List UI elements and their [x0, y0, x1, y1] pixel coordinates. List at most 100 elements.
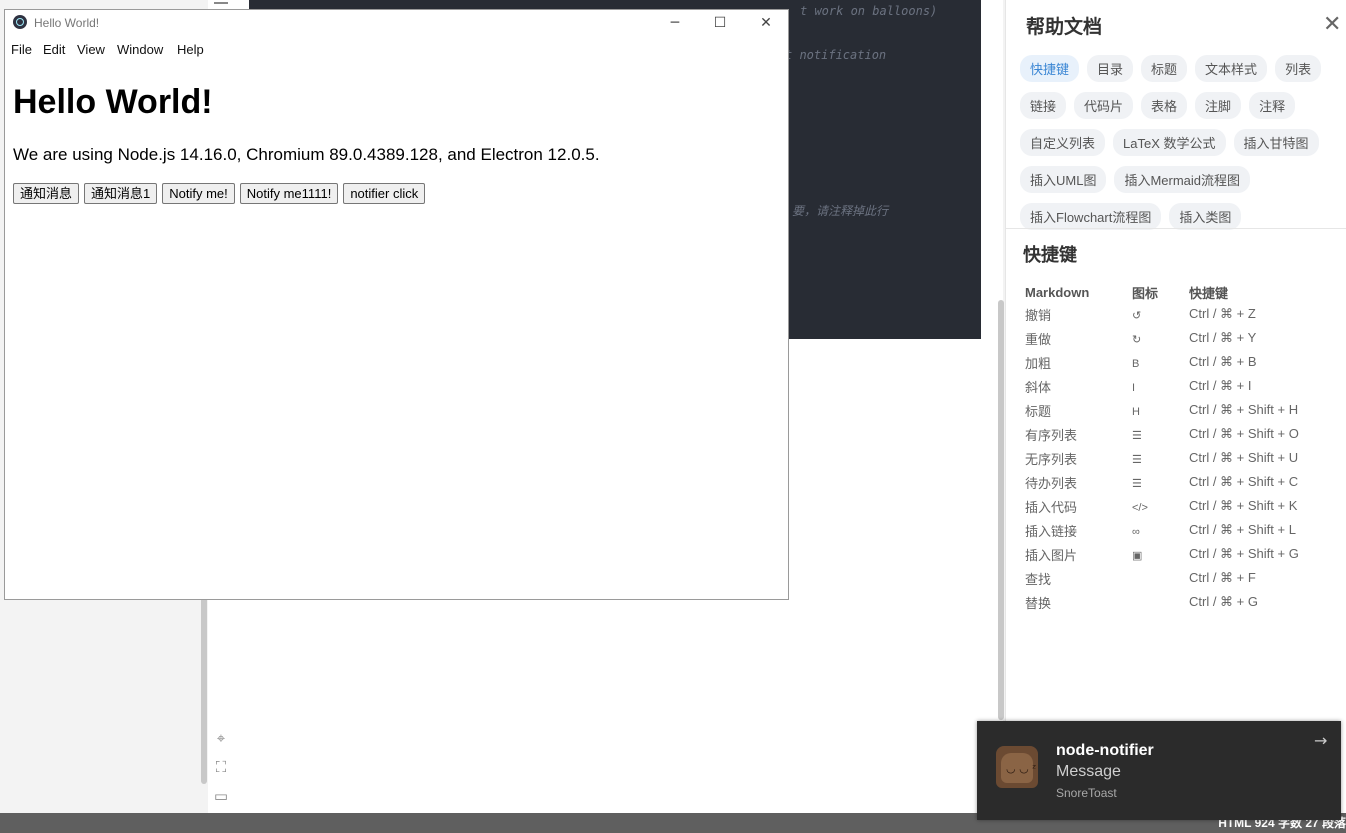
shortcut-icon-cell: I — [1132, 374, 1189, 398]
column-header: Markdown — [1025, 284, 1090, 300]
help-tag[interactable]: LaTeX 数学公式 — [1113, 129, 1226, 156]
help-tag[interactable]: 插入类图 — [1169, 203, 1242, 230]
shortcut-keys: Ctrl / ⌘ + F — [1189, 570, 1256, 585]
fit-icon[interactable]: ⛶ — [213, 759, 229, 775]
notify-button[interactable]: 通知消息 — [13, 183, 80, 204]
shortcut-keys: Ctrl / ⌘ + G — [1189, 594, 1258, 609]
shortcut-icon-cell: ∞ — [1132, 518, 1189, 542]
italic-icon: I — [1132, 381, 1136, 394]
shortcut-row: 插入图片 ▣ Ctrl / ⌘ + Shift + G — [1025, 542, 1335, 566]
help-tag[interactable]: 目录 — [1087, 55, 1134, 82]
unordered-list-icon: ☰ — [1132, 453, 1142, 466]
shortcut-keys: Ctrl / ⌘ + Shift + L — [1189, 522, 1296, 537]
help-tags: 快捷键 目录 标题 文本样式 列表 链接 代码片 表格 注脚 注释 自定义列表 LaTeX 数学公式插… — [1020, 55, 1342, 230]
shortcut-row: 待办列表 ☰ Ctrl / ⌘ + Shift + C — [1025, 470, 1335, 494]
help-tag[interactable]: 表格 — [1141, 92, 1188, 119]
shortcut-name: 待办列表 — [1025, 475, 1078, 491]
notifier-click-button[interactable]: notifier click — [343, 183, 426, 204]
shortcut-icon-cell: H — [1132, 398, 1189, 422]
close-button[interactable]: ✕ — [751, 12, 781, 34]
laptop-icon[interactable]: ▭ — [213, 788, 229, 804]
column-header: 图标 — [1132, 285, 1159, 301]
column-header: 快捷键 — [1189, 285, 1229, 301]
shortcut-icon-cell: B — [1132, 350, 1189, 374]
help-tag[interactable]: 注释 — [1249, 92, 1296, 119]
menu-window[interactable]: Window — [117, 42, 163, 57]
help-tag[interactable]: 插入UML图 — [1020, 166, 1107, 193]
shortcut-row: 查找 Ctrl / ⌘ + F — [1025, 566, 1335, 590]
shortcut-name: 无序列表 — [1025, 451, 1078, 467]
shortcut-name: 插入图片 — [1025, 547, 1078, 563]
shortcut-keys: Ctrl / ⌘ + Shift + U — [1189, 450, 1299, 465]
shortcut-keys: Ctrl / ⌘ + I — [1189, 378, 1252, 393]
shortcut-keys: Ctrl / ⌘ + Shift + H — [1189, 402, 1299, 417]
menu-help[interactable]: Help — [177, 42, 204, 57]
shortcut-row: 标题 H Ctrl / ⌘ + Shift + H — [1025, 398, 1335, 422]
ordered-list-icon: ☰ — [1132, 429, 1142, 442]
help-title: 帮助文档 — [1026, 17, 1103, 38]
close-icon[interactable]: ✕ — [1323, 14, 1341, 36]
link-icon: ∞ — [1132, 525, 1140, 538]
shortcut-name: 重做 — [1025, 331, 1052, 347]
help-tag[interactable]: 快捷键 — [1020, 55, 1080, 82]
help-tag[interactable]: 插入Flowchart流程图 — [1020, 203, 1162, 230]
menu-icon[interactable] — [214, 2, 228, 5]
sleep-face-icon: ◡ ◡ ᶻ — [1006, 762, 1037, 775]
shortcut-icon-cell: </> — [1132, 494, 1189, 518]
help-tag[interactable]: 链接 — [1020, 92, 1067, 119]
maximize-button[interactable]: ☐ — [705, 12, 735, 34]
shortcut-row: 插入代码 </> Ctrl / ⌘ + Shift + K — [1025, 494, 1335, 518]
undo-icon: ↺ — [1132, 309, 1142, 322]
toast-app-name: node-notifier — [1056, 742, 1154, 759]
crosshair-icon[interactable]: ⌖ — [213, 730, 229, 746]
shortcut-icon-cell — [1132, 590, 1189, 614]
scrollbar[interactable] — [201, 596, 207, 784]
menu-edit[interactable]: Edit — [43, 42, 65, 57]
notify-button[interactable]: Notify me! — [162, 183, 235, 204]
scrollbar[interactable] — [998, 300, 1004, 720]
help-tag[interactable]: 插入甘特图 — [1233, 129, 1319, 156]
help-tag[interactable]: 列表 — [1275, 55, 1322, 82]
help-tag[interactable]: 代码片 — [1074, 92, 1134, 119]
heading-icon: H — [1132, 405, 1140, 418]
electron-logo-ring — [16, 18, 24, 26]
shortcut-row: 替换 Ctrl / ⌘ + G — [1025, 590, 1335, 614]
shortcut-name: 有序列表 — [1025, 427, 1078, 443]
notify-button[interactable]: 通知消息1 — [84, 183, 158, 204]
window-title: Hello World! — [34, 16, 100, 30]
help-tag[interactable]: 标题 — [1141, 55, 1188, 82]
menu-view[interactable]: View — [77, 42, 105, 57]
shortcut-keys: Ctrl / ⌘ + B — [1189, 354, 1257, 369]
shortcut-row: 加粗 B Ctrl / ⌘ + B — [1025, 350, 1335, 374]
shortcut-icon-cell: ☰ — [1132, 422, 1189, 446]
code-icon: </> — [1132, 501, 1148, 514]
page-heading: Hello World! — [13, 83, 213, 121]
shortcut-table: Markdown 图标 快捷键 撤销 ↺ Ctrl / ⌘ + Z 重做 ↻ Ctrl /… — [1025, 282, 1335, 614]
shortcut-keys: Ctrl / ⌘ + Shift + C — [1189, 474, 1299, 489]
shortcut-row: 撤销 ↺ Ctrl / ⌘ + Z — [1025, 302, 1335, 326]
toast-source: SnoreToast — [1056, 786, 1117, 800]
minimize-button[interactable]: ─ — [660, 12, 690, 34]
help-tag[interactable]: 插入Mermaid流程图 — [1114, 166, 1251, 193]
shortcut-row: 斜体 I Ctrl / ⌘ + I — [1025, 374, 1335, 398]
shortcut-name: 标题 — [1025, 403, 1052, 419]
menu-file[interactable]: File — [11, 42, 32, 57]
shortcut-row: 插入链接 ∞ Ctrl / ⌘ + Shift + L — [1025, 518, 1335, 542]
shortcut-keys: Ctrl / ⌘ + Shift + G — [1189, 546, 1299, 561]
shortcut-name: 斜体 — [1025, 379, 1052, 395]
arrow-right-icon[interactable]: → — [1314, 731, 1327, 750]
version-info: We are using Node.js 14.16.0, Chromium 8… — [13, 145, 600, 164]
shortcut-name: 撤销 — [1025, 307, 1052, 323]
shortcut-icon-cell: ☰ — [1132, 446, 1189, 470]
shortcut-row: 无序列表 ☰ Ctrl / ⌘ + Shift + U — [1025, 446, 1335, 470]
bold-icon: B — [1132, 357, 1140, 370]
shortcut-keys: Ctrl / ⌘ + Y — [1189, 330, 1257, 345]
shortcut-icon-cell — [1132, 566, 1189, 590]
notify-button[interactable]: Notify me1111! — [239, 183, 339, 204]
shortcut-name: 插入链接 — [1025, 523, 1078, 539]
help-tag[interactable]: 自定义列表 — [1020, 129, 1106, 156]
help-tag[interactable]: 文本样式 — [1195, 55, 1268, 82]
shortcut-icon-cell: ▣ — [1132, 542, 1189, 566]
help-tag[interactable]: 注脚 — [1195, 92, 1242, 119]
divider — [1006, 228, 1346, 229]
